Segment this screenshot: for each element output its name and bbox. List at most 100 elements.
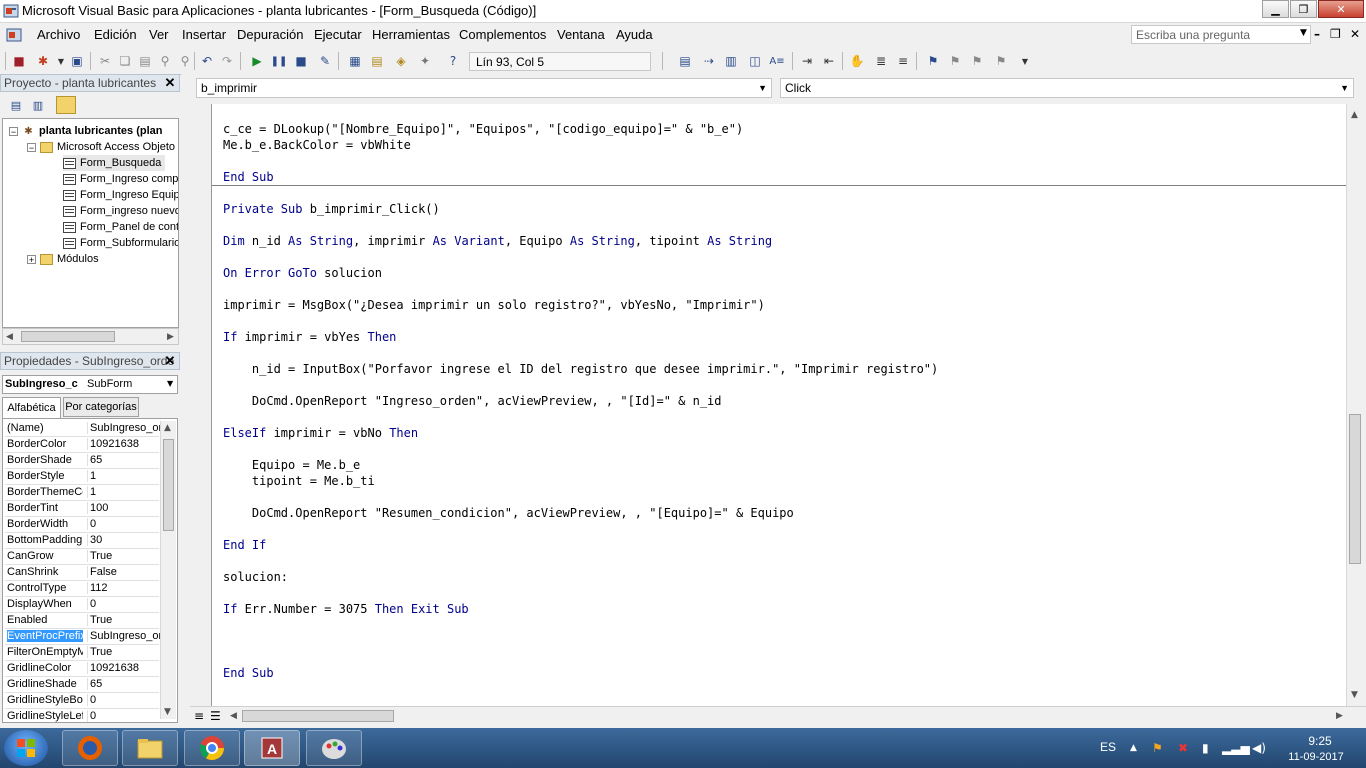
scroll-down-icon[interactable]: ▼: [1351, 690, 1358, 700]
code-line[interactable]: tipoint = Me.b_ti: [223, 474, 375, 490]
menu-depuracion[interactable]: Depuración: [237, 27, 304, 42]
break-icon[interactable]: ❚❚: [270, 52, 288, 70]
code-line[interactable]: If Err.Number = 3075 Then Exit Sub: [223, 602, 469, 618]
cut-icon[interactable]: ✂: [96, 52, 114, 70]
close-button[interactable]: ✕: [1318, 0, 1364, 18]
code-line[interactable]: Me.b_e.BackColor = vbWhite: [223, 138, 411, 154]
vba-app-icon[interactable]: [3, 3, 19, 19]
menu-herramientas[interactable]: Herramientas: [372, 27, 450, 42]
property-row[interactable]: CanGrow True: [5, 549, 159, 565]
scroll-thumb[interactable]: [242, 710, 394, 722]
property-value[interactable]: 112: [87, 582, 162, 594]
clear-bookmarks-icon[interactable]: ⚑: [992, 52, 1010, 70]
tab-por-categorias[interactable]: Por categorías: [63, 397, 139, 417]
start-button[interactable]: [4, 730, 48, 766]
project-tree[interactable]: − ✱ planta lubricantes (plan − Microsoft…: [2, 118, 179, 328]
property-row[interactable]: GridlineColor 10921638: [5, 661, 159, 677]
battery-icon[interactable]: ▮: [1202, 741, 1209, 755]
find-next-icon[interactable]: ⚲: [176, 52, 194, 70]
chevron-down-icon[interactable]: ▼: [167, 379, 173, 388]
object-combo[interactable]: b_imprimir ▼: [196, 78, 772, 98]
code-line[interactable]: DoCmd.OpenReport "Resumen_condicion", ac…: [223, 506, 794, 522]
clock-time[interactable]: 9:25: [1290, 734, 1350, 748]
taskbar-access[interactable]: A: [244, 730, 300, 766]
help-icon[interactable]: ?: [444, 52, 462, 70]
list-constants-icon[interactable]: ⇢: [700, 52, 718, 70]
help-question-input[interactable]: Escriba una pregunta: [1131, 25, 1311, 44]
volume-icon[interactable]: ◀): [1252, 741, 1266, 755]
code-line[interactable]: End Sub: [223, 666, 274, 682]
property-row[interactable]: EventProcPrefix SubIngreso_or: [5, 629, 162, 645]
tree-folder-modules[interactable]: + Módulos: [27, 251, 99, 267]
property-row[interactable]: BorderStyle 1: [5, 469, 159, 485]
project-explorer-icon[interactable]: ▦: [346, 52, 364, 70]
code-line[interactable]: c_ce = DLookup("[Nombre_Equipo]", "Equip…: [223, 122, 743, 138]
tab-alfabetica[interactable]: Alfabética: [2, 397, 61, 418]
scroll-up-icon[interactable]: ▲: [1351, 110, 1358, 120]
scroll-up-icon[interactable]: ▲: [164, 423, 171, 433]
toggle-bookmark-icon[interactable]: ⚑: [924, 52, 942, 70]
code-editor[interactable]: c_ce = DLookup("[Nombre_Equipo]", "Equip…: [211, 104, 1346, 706]
reset-icon[interactable]: ■: [292, 52, 310, 70]
toggle-breakpoint-icon[interactable]: ✋: [848, 52, 866, 70]
property-value[interactable]: 65: [87, 454, 162, 466]
tree-form-busqueda[interactable]: Form_Busqueda: [63, 155, 166, 171]
property-value[interactable]: 0: [87, 710, 162, 722]
property-row[interactable]: FilterOnEmptyM True: [5, 645, 159, 661]
properties-vertical-scrollbar[interactable]: ▲ ▼: [160, 421, 176, 719]
comment-block-icon[interactable]: ≣: [872, 52, 890, 70]
property-value[interactable]: 30: [87, 534, 162, 546]
scroll-right-icon[interactable]: ▶: [167, 332, 174, 342]
property-row[interactable]: (Name) SubIngreso_or: [5, 421, 162, 437]
menu-archivo[interactable]: Archivo: [37, 27, 80, 42]
run-icon[interactable]: ▶: [248, 52, 266, 70]
menu-ventana[interactable]: Ventana: [557, 27, 605, 42]
property-value[interactable]: 1: [87, 486, 162, 498]
taskbar-explorer[interactable]: [122, 730, 178, 766]
object-browser-icon[interactable]: ◈: [392, 52, 410, 70]
taskbar-chrome[interactable]: [184, 730, 240, 766]
full-module-view-icon[interactable]: ☰: [210, 709, 221, 723]
code-vertical-scrollbar[interactable]: ▲ ▼: [1346, 104, 1364, 706]
property-row[interactable]: BorderColor 10921638: [5, 437, 159, 453]
code-line[interactable]: If imprimir = vbYes Then: [223, 330, 396, 346]
network-warning-icon[interactable]: ✖: [1178, 741, 1188, 755]
scroll-left-icon[interactable]: ◀: [6, 332, 13, 342]
property-row[interactable]: ControlType 112: [5, 581, 159, 597]
undo-icon[interactable]: ↶: [198, 52, 216, 70]
tree-folder-objects[interactable]: − Microsoft Access Objeto: [27, 139, 175, 155]
find-icon[interactable]: ⚲: [156, 52, 174, 70]
properties-window-icon[interactable]: ▤: [368, 52, 386, 70]
property-row[interactable]: CanShrink False: [5, 565, 159, 581]
scroll-thumb[interactable]: [1349, 414, 1361, 564]
toggle-folders-icon[interactable]: [56, 96, 76, 114]
chevron-down-icon[interactable]: ▼: [1340, 83, 1349, 93]
expand-icon[interactable]: +: [27, 254, 36, 264]
property-row[interactable]: BorderShade 65: [5, 453, 159, 469]
property-value[interactable]: 100: [87, 502, 162, 514]
quick-info-icon[interactable]: ▥: [722, 52, 740, 70]
scroll-thumb[interactable]: [163, 439, 174, 531]
property-value[interactable]: 1: [87, 470, 162, 482]
clock-date[interactable]: 11-09-2017: [1280, 751, 1352, 763]
show-hidden-icons[interactable]: ▲: [1130, 743, 1137, 753]
property-value[interactable]: SubIngreso_or: [87, 422, 162, 434]
property-row[interactable]: GridlineStyleBot 0: [5, 693, 159, 709]
code-line[interactable]: DoCmd.OpenReport "Ingreso_orden", acView…: [223, 394, 722, 410]
property-value[interactable]: 65: [87, 678, 162, 690]
mdi-restore-icon[interactable]: ❐: [1330, 27, 1341, 41]
menu-ejecutar[interactable]: Ejecutar: [314, 27, 362, 42]
tree-form-subformulario[interactable]: Form_Subformulario: [63, 235, 178, 251]
chevron-down-icon[interactable]: ▼: [758, 83, 767, 93]
property-row[interactable]: GridlineShade 65: [5, 677, 159, 693]
menu-insertar[interactable]: Insertar: [182, 27, 226, 42]
action-center-icon[interactable]: ⚑: [1152, 741, 1163, 755]
next-bookmark-icon[interactable]: ⚑: [946, 52, 964, 70]
view-access-icon[interactable]: ■: [10, 52, 28, 70]
property-row[interactable]: BorderTint 100: [5, 501, 159, 517]
properties-object-select[interactable]: SubIngreso_c SubForm ▼: [2, 375, 178, 394]
view-object-icon[interactable]: ▥: [28, 96, 48, 114]
save-icon[interactable]: ▣: [68, 52, 86, 70]
restore-button[interactable]: ❐: [1290, 0, 1317, 18]
property-value[interactable]: 0: [87, 694, 162, 706]
